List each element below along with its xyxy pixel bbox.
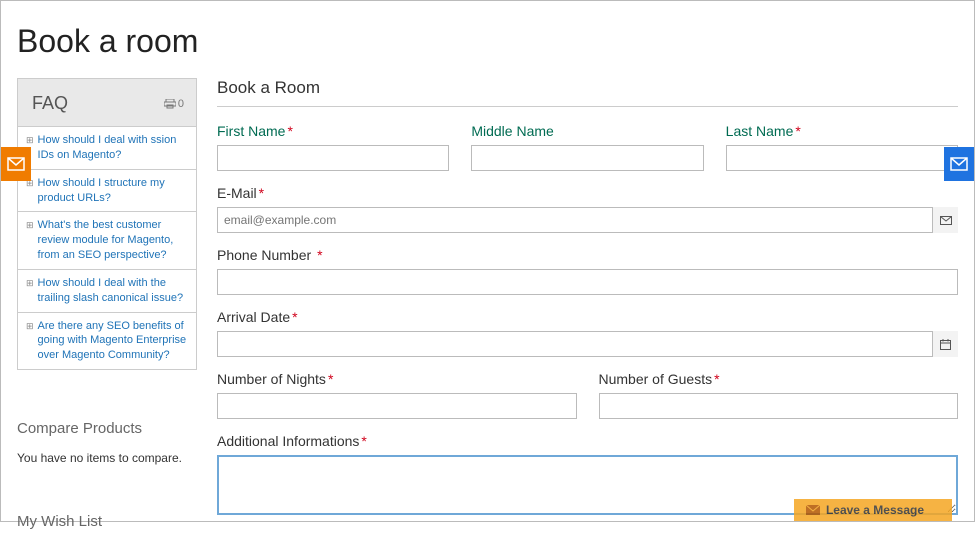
faq-item[interactable]: ⊞How should I structure my product URLs?	[18, 169, 196, 212]
faq-widget: FAQ 0 ⊞How should I deal with ssion IDs …	[17, 78, 197, 370]
envelope-icon	[932, 207, 958, 233]
compare-heading: Compare Products	[17, 420, 197, 437]
faq-item[interactable]: ⊞Are there any SEO benefits of going wit…	[18, 312, 196, 370]
envelope-icon	[806, 505, 820, 515]
leave-message-label: Leave a Message	[826, 503, 924, 517]
form-title: Book a Room	[217, 78, 958, 98]
main-form-area: Book a Room First Name* Middle Name Last…	[217, 78, 958, 544]
phone-label: Phone Number *	[217, 247, 958, 263]
email-input[interactable]	[217, 207, 958, 233]
plus-icon: ⊞	[26, 219, 34, 263]
guests-input[interactable]	[599, 393, 959, 419]
faq-count: 0	[178, 98, 184, 110]
faq-list: ⊞How should I deal with ssion IDs on Mag…	[18, 126, 196, 369]
middle-name-input[interactable]	[471, 145, 703, 171]
first-name-input[interactable]	[217, 145, 449, 171]
contact-tab-left[interactable]	[1, 147, 31, 181]
faq-item[interactable]: ⊞How should I deal with ssion IDs on Mag…	[18, 126, 196, 169]
print-icon[interactable]: 0	[164, 98, 184, 110]
leave-message-button[interactable]: Leave a Message	[794, 499, 952, 521]
envelope-icon	[7, 157, 25, 171]
contact-tab-right[interactable]	[944, 147, 974, 181]
compare-empty-msg: You have no items to compare.	[17, 451, 197, 465]
faq-item[interactable]: ⊞How should I deal with the trailing sla…	[18, 269, 196, 312]
envelope-icon	[950, 157, 968, 171]
page-title: Book a room	[1, 1, 974, 78]
email-label: E-Mail*	[217, 185, 958, 201]
sidebar: FAQ 0 ⊞How should I deal with ssion IDs …	[17, 78, 197, 544]
arrival-date-input[interactable]	[217, 331, 958, 357]
last-name-input[interactable]	[726, 145, 958, 171]
plus-icon: ⊞	[26, 320, 34, 364]
additional-label: Additional Informations*	[217, 433, 958, 449]
calendar-icon[interactable]	[932, 331, 958, 357]
last-name-label: Last Name*	[726, 123, 958, 139]
middle-name-label: Middle Name	[471, 123, 703, 139]
guests-label: Number of Guests*	[599, 371, 959, 387]
first-name-label: First Name*	[217, 123, 449, 139]
divider	[217, 106, 958, 107]
nights-label: Number of Nights*	[217, 371, 577, 387]
arrival-label: Arrival Date*	[217, 309, 958, 325]
phone-input[interactable]	[217, 269, 958, 295]
nights-input[interactable]	[217, 393, 577, 419]
faq-item[interactable]: ⊞What's the best customer review module …	[18, 211, 196, 269]
plus-icon: ⊞	[26, 277, 34, 306]
faq-heading: FAQ	[32, 93, 68, 114]
